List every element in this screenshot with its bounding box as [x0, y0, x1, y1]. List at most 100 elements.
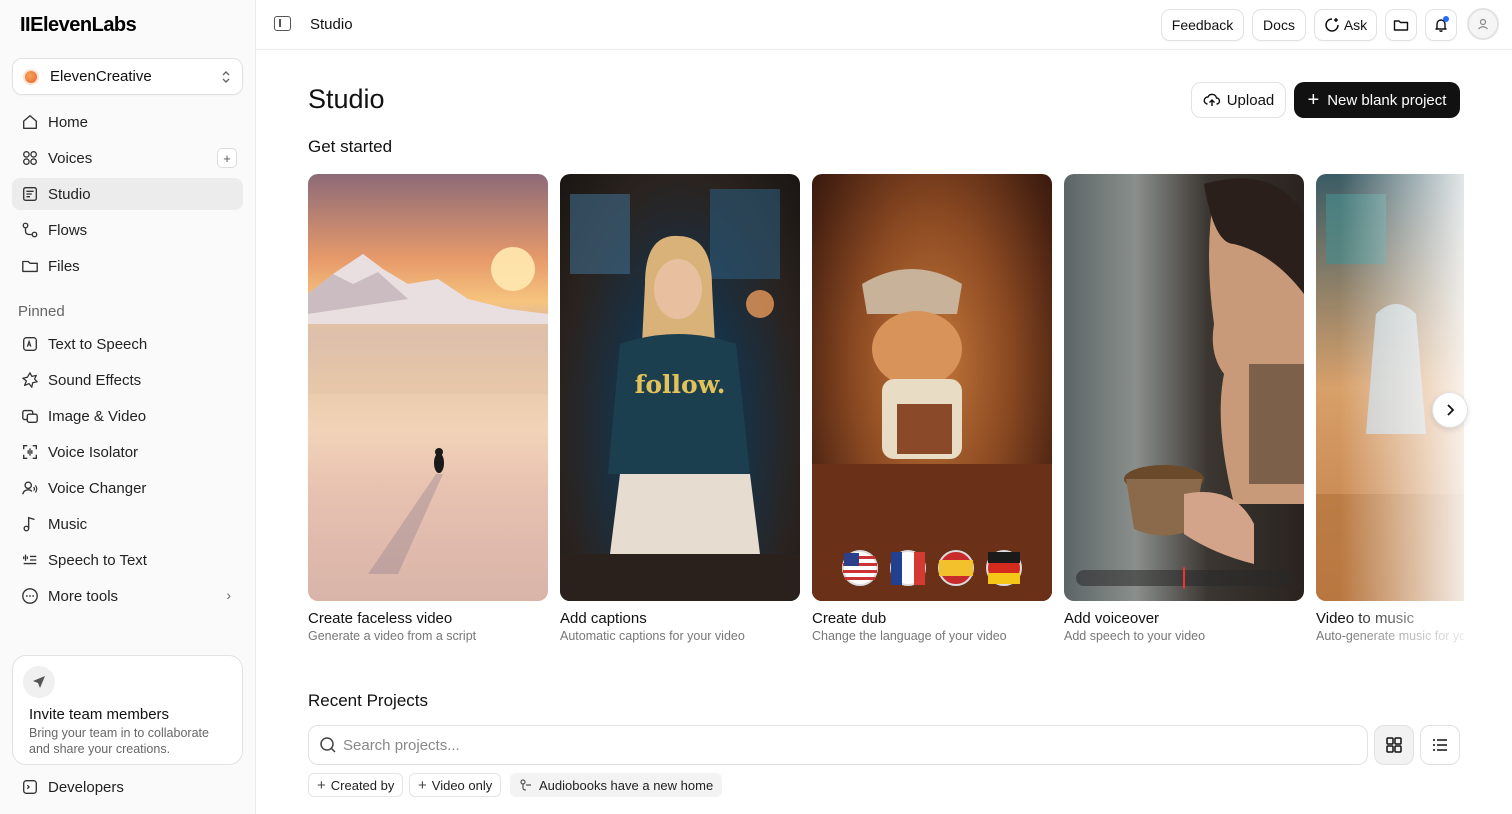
- sidebar-item-more-tools[interactable]: More tools ›: [12, 580, 243, 612]
- logo[interactable]: IIElevenLabs: [20, 14, 137, 37]
- card-add-voiceover[interactable]: Add voiceover Add speech to your video: [1064, 174, 1304, 643]
- scrubber-bar: [1076, 567, 1292, 589]
- card-thumbnail: [1064, 174, 1304, 601]
- ask-icon: [1324, 17, 1340, 33]
- card-create-faceless-video[interactable]: Create faceless video Generate a video f…: [308, 174, 548, 643]
- pinned-heading: Pinned: [18, 303, 65, 320]
- list-view-button[interactable]: [1420, 725, 1460, 765]
- invite-subtitle: Bring your team in to collaborate and sh…: [29, 726, 209, 756]
- card-video-to-music[interactable]: Video to music Auto-generate music for y…: [1316, 174, 1464, 643]
- get-started-heading: Get started: [308, 137, 393, 156]
- docs-button[interactable]: Docs: [1252, 9, 1306, 41]
- add-voice-button[interactable]: +: [217, 148, 237, 168]
- card-title: Create faceless video: [308, 610, 453, 627]
- workspace-avatar: [23, 68, 39, 85]
- card-subtitle: Generate a video from a script: [308, 629, 477, 643]
- text-to-speech-icon: [20, 334, 40, 354]
- card-create-dub[interactable]: Create dub Change the language of your v…: [812, 174, 1052, 643]
- sidebar-item-label: Sound Effects: [48, 371, 142, 389]
- video-only-filter-chip[interactable]: + Video only: [409, 773, 502, 797]
- card-subtitle: Auto-generate music for your video: [1316, 629, 1464, 643]
- sidebar-item-label: Developers: [48, 778, 124, 796]
- invite-card[interactable]: Invite team members Bring your team in t…: [12, 655, 243, 765]
- home-icon: [20, 112, 40, 132]
- music-icon: [20, 514, 40, 534]
- sidebar-item-music[interactable]: Music: [12, 508, 243, 540]
- ask-label: Ask: [1343, 17, 1368, 33]
- card-title: Add voiceover: [1064, 610, 1160, 627]
- sidebar-toggle-icon[interactable]: [274, 16, 291, 31]
- created-by-filter-chip[interactable]: + Created by: [308, 773, 404, 797]
- topbar: Studio Feedback Docs Ask: [256, 0, 1512, 50]
- carousel-next-button[interactable]: [1432, 392, 1468, 428]
- list-icon: [1433, 739, 1447, 751]
- sidebar-item-label: Text to Speech: [48, 335, 148, 353]
- image-video-icon: [20, 406, 40, 426]
- flows-icon: [20, 220, 40, 240]
- new-blank-project-button[interactable]: + New blank project: [1294, 82, 1460, 118]
- new-project-label: New blank project: [1327, 91, 1447, 109]
- folder-icon: [1393, 17, 1409, 33]
- folder-icon: [20, 256, 40, 276]
- sidebar-item-studio[interactable]: Studio: [12, 178, 243, 210]
- sidebar-item-label: Files: [48, 257, 80, 275]
- audiobooks-notice-chip[interactable]: Audiobooks have a new home: [510, 773, 723, 797]
- invite-title: Invite team members: [29, 706, 170, 723]
- search-projects-input[interactable]: Search projects...: [308, 725, 1368, 765]
- search-icon: [320, 737, 336, 753]
- audiobooks-icon: [519, 778, 533, 792]
- sidebar-item-sound-effects[interactable]: Sound Effects: [12, 364, 243, 396]
- card-subtitle: Add speech to your video: [1064, 629, 1206, 643]
- sidebar-item-files[interactable]: Files: [12, 250, 243, 282]
- notifications-button[interactable]: [1425, 9, 1457, 41]
- plus-icon: +: [317, 776, 326, 794]
- caption-overlay-text: follow.: [634, 370, 726, 399]
- card-thumbnail: follow.: [560, 174, 800, 601]
- feedback-button[interactable]: Feedback: [1161, 9, 1244, 41]
- sidebar-item-label: Image & Video: [48, 407, 147, 425]
- sidebar-item-image-video[interactable]: Image & Video: [12, 400, 243, 432]
- avatar[interactable]: [1467, 8, 1499, 40]
- chevron-updown-icon: [220, 70, 232, 84]
- page-title: Studio: [308, 84, 385, 114]
- sidebar-item-text-to-speech[interactable]: Text to Speech: [12, 328, 243, 360]
- sidebar-item-voice-changer[interactable]: Voice Changer: [12, 472, 243, 504]
- grid-icon: [1386, 737, 1402, 753]
- notification-dot: [1443, 16, 1449, 22]
- chevron-right-icon: [1447, 404, 1455, 416]
- card-title: Video to music: [1316, 610, 1415, 627]
- plus-icon: +: [1307, 89, 1320, 111]
- breadcrumb: Studio: [310, 16, 353, 33]
- voice-changer-icon: [20, 478, 40, 498]
- voice-isolator-icon: [20, 442, 40, 462]
- files-button[interactable]: [1385, 9, 1417, 41]
- card-thumbnail: [1316, 174, 1464, 601]
- developers-icon: [20, 777, 40, 797]
- sidebar-item-speech-to-text[interactable]: Speech to Text: [12, 544, 243, 576]
- sidebar-item-voice-isolator[interactable]: Voice Isolator: [12, 436, 243, 468]
- us-flag-icon: [842, 550, 878, 586]
- card-title: Add captions: [560, 610, 647, 627]
- card-thumbnail: [812, 174, 1052, 601]
- search-placeholder: Search projects...: [343, 736, 460, 754]
- send-icon: [23, 666, 55, 698]
- grid-view-button[interactable]: [1374, 725, 1414, 765]
- sidebar-item-home[interactable]: Home: [12, 106, 243, 138]
- plus-icon: +: [418, 776, 427, 794]
- sidebar-item-flows[interactable]: Flows: [12, 214, 243, 246]
- workspace-switcher[interactable]: ElevenCreative: [12, 58, 243, 95]
- upload-button[interactable]: Upload: [1191, 82, 1286, 118]
- card-add-captions[interactable]: follow. Add captions Automatic captions …: [560, 174, 800, 643]
- sidebar-item-label: Speech to Text: [48, 551, 147, 569]
- sidebar-item-label: Voices: [48, 149, 93, 167]
- sidebar-item-label: Flows: [48, 221, 88, 239]
- france-flag-icon: [890, 550, 926, 586]
- sidebar: IIElevenLabs ElevenCreative Home Voices …: [0, 0, 256, 814]
- chip-label: Audiobooks have a new home: [539, 777, 714, 793]
- sidebar-item-developers[interactable]: Developers: [12, 771, 243, 803]
- ask-button[interactable]: Ask: [1314, 9, 1377, 41]
- recent-projects-heading: Recent Projects: [308, 691, 428, 710]
- sidebar-item-label: Home: [48, 113, 89, 131]
- voices-icon: [20, 148, 40, 168]
- sidebar-item-voices[interactable]: Voices +: [12, 142, 243, 174]
